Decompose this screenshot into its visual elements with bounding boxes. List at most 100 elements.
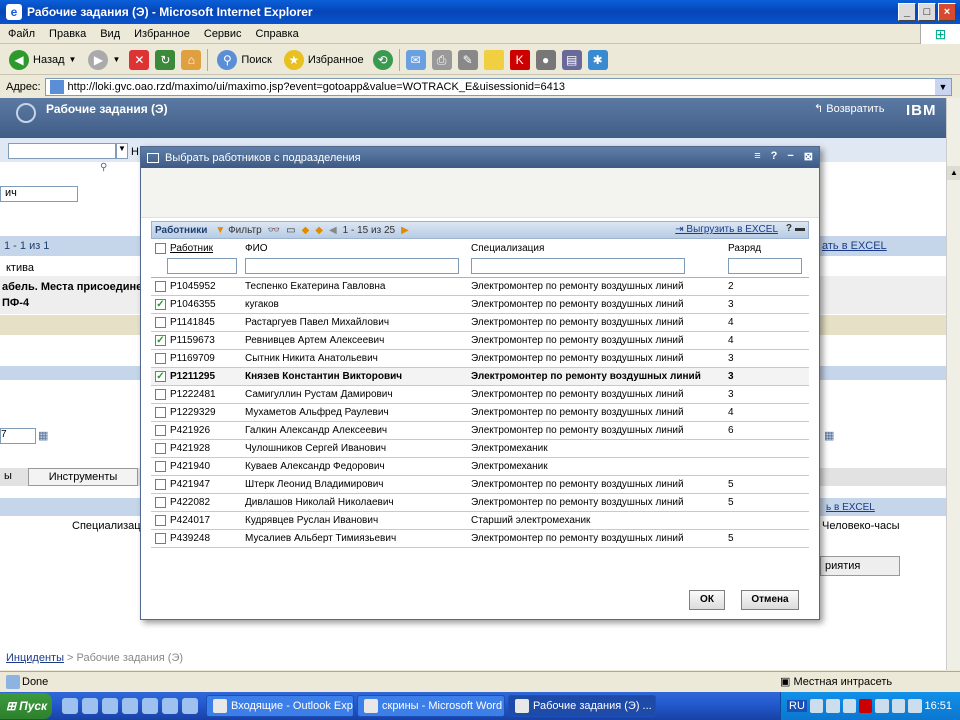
bg-export-link2[interactable]: ь в EXCEL (826, 502, 875, 513)
ie-icon[interactable] (122, 698, 138, 714)
first-page-icon[interactable]: ◆ (315, 225, 323, 236)
table-row[interactable]: P422082 Дивлашов Николай Николаевич Электр… (151, 493, 809, 512)
export-excel-link[interactable]: ⇥ Выгрузить в EXCEL (675, 224, 778, 235)
table-row[interactable]: P424017 Кудрявцев Руслан Иванович Старший … (151, 511, 809, 530)
filter-fio-input[interactable] (245, 258, 459, 274)
binoculars-icon[interactable]: 👓 (268, 225, 280, 236)
breadcrumb-link[interactable]: Инциденты (6, 652, 64, 664)
table-row[interactable]: P421928 Чулошников Сергей Иванович Электро… (151, 439, 809, 458)
table-help-icon[interactable]: ? (786, 223, 792, 234)
cancel-button[interactable]: Отмена (741, 590, 799, 610)
tab-tools[interactable]: Инструменты (28, 468, 138, 486)
col-header-spec[interactable]: Специализация (467, 239, 724, 257)
kaspersky-icon[interactable]: K (509, 49, 530, 70)
search-icon[interactable]: ⚲ (100, 162, 107, 173)
address-input[interactable]: http://loki.gvc.oao.rzd/maximo/ui/maximo… (44, 78, 952, 96)
table-row[interactable]: P439248 Мусалиев Альберт Тимиязьевич Элект… (151, 529, 809, 548)
bg-name-field[interactable]: ич (0, 186, 78, 202)
tray-icon[interactable] (875, 699, 889, 713)
note-icon[interactable] (483, 49, 504, 70)
tray-icon[interactable] (809, 699, 824, 713)
chevron-down-icon[interactable]: ▼ (935, 79, 951, 95)
prev-arrow-icon[interactable]: ◀ (329, 225, 337, 236)
history-icon[interactable]: ⟲ (372, 49, 393, 70)
row-checkbox[interactable] (155, 317, 166, 328)
table-row[interactable]: P421947 Штерк Леонид Владимирович Электром… (151, 475, 809, 494)
table-row[interactable]: P1141845 Растаргуев Павел Михайлович Элект… (151, 313, 809, 332)
quicklaunch-icon[interactable] (102, 698, 118, 714)
menu-edit[interactable]: Правка (49, 28, 86, 40)
scroll-up-icon[interactable]: ▲ (947, 166, 960, 180)
forward-button[interactable]: ▶ ▼ (85, 48, 123, 72)
bg-action-button[interactable]: риятия (820, 556, 900, 576)
query-select[interactable] (8, 143, 116, 159)
row-checkbox[interactable]: ✓ (155, 371, 166, 382)
table-row[interactable]: P1222481 Самигуллин Рустам Дамирович Элект… (151, 385, 809, 404)
back-button[interactable]: ◀ Назад ▼ (6, 48, 79, 72)
search-button[interactable]: ⚲ Поиск (214, 48, 274, 72)
calendar-icon[interactable]: ▦ (38, 429, 48, 442)
return-link[interactable]: ↰ Возвратить (814, 102, 884, 115)
table-row[interactable]: P1045952 Теспенко Екатерина Гавловна Элект… (151, 277, 809, 296)
next-arrow-icon[interactable]: ▶ (401, 225, 409, 236)
row-checkbox[interactable] (155, 407, 166, 418)
tray-icon[interactable] (891, 699, 906, 713)
table-row[interactable]: ✓ P1046355 кугаков Электромонтер по ремонту… (151, 295, 809, 314)
menu-file[interactable]: Файл (8, 28, 35, 40)
page-scrollbar[interactable]: ▲ (946, 98, 960, 670)
kaspersky-icon[interactable] (859, 699, 873, 713)
stop-icon[interactable]: ✕ (129, 49, 150, 70)
filter-worker-input[interactable] (167, 258, 237, 274)
research-icon[interactable]: ▤ (561, 49, 582, 70)
calendar-icon[interactable]: ▦ (824, 429, 834, 442)
row-checkbox[interactable] (155, 515, 166, 526)
tray-icon[interactable] (842, 699, 857, 713)
quicklaunch-icon[interactable] (142, 698, 158, 714)
messenger-icon[interactable]: ● (535, 49, 556, 70)
maximize-button[interactable]: □ (918, 3, 936, 21)
col-header-grade[interactable]: Разряд (724, 239, 809, 257)
dialog-menu-icon[interactable]: ≡ (754, 150, 760, 163)
edit-icon[interactable]: ✎ (457, 49, 478, 70)
quicklaunch-icon[interactable] (182, 698, 198, 714)
menu-view[interactable]: Вид (100, 28, 120, 40)
tray-icon[interactable] (826, 699, 840, 713)
language-indicator[interactable]: RU (787, 700, 807, 712)
row-checkbox[interactable] (155, 479, 166, 490)
table-row[interactable]: P1229329 Мухаметов Альфред Раулевич Электр… (151, 403, 809, 422)
chevron-down-icon[interactable]: ▼ (112, 55, 120, 64)
table-row[interactable]: P421940 Куваев Александр Федорович Электро… (151, 457, 809, 476)
help-icon[interactable]: ? (771, 150, 778, 163)
minimize-button[interactable]: _ (898, 3, 916, 21)
menu-help[interactable]: Справка (256, 28, 299, 40)
row-checkbox[interactable] (155, 461, 166, 472)
table-row[interactable]: P1169709 Сытник Никита Анатольевич Электро… (151, 349, 809, 368)
close-window-button[interactable]: × (938, 3, 956, 21)
row-checkbox[interactable] (155, 353, 166, 364)
task-word[interactable]: скрины - Microsoft Word (357, 695, 505, 717)
chevron-down-icon[interactable]: ▼ (116, 143, 128, 159)
prev-page-icon[interactable]: ◆ (302, 225, 310, 236)
task-ie[interactable]: Рабочие задания (Э) ... (508, 695, 656, 717)
row-checkbox[interactable] (155, 497, 166, 508)
menu-favorites[interactable]: Избранное (134, 28, 190, 40)
table-row[interactable]: P421926 Галкин Александр Алексеевич Электр… (151, 421, 809, 440)
row-checkbox[interactable] (155, 389, 166, 400)
tray-icon[interactable] (908, 699, 922, 713)
bg-export-link[interactable]: ать в EXCEL (822, 240, 887, 252)
bg-date-field[interactable]: 7 (0, 428, 36, 444)
menu-tools[interactable]: Сервис (204, 28, 242, 40)
select-all-checkbox[interactable] (155, 242, 166, 254)
quicklaunch-icon[interactable] (62, 698, 78, 714)
row-checkbox[interactable]: ✓ (155, 299, 166, 310)
filter-grade-input[interactable] (728, 258, 802, 274)
table-row[interactable]: ✓ P1211295 Князев Константин Викторович Эле… (151, 367, 809, 386)
start-button[interactable]: ⊞ Пуск (0, 693, 52, 719)
table-row[interactable]: ✓ P1159673 Ревнивцев Артем Алексеевич Элект… (151, 331, 809, 350)
favorites-button[interactable]: ★ Избранное (281, 48, 367, 72)
close-icon[interactable]: ⊠ (804, 150, 813, 163)
row-checkbox[interactable] (155, 281, 166, 292)
translate-icon[interactable]: ✱ (587, 49, 608, 70)
bg-tab[interactable]: ы (4, 470, 12, 482)
mail-icon[interactable]: ✉ (405, 49, 426, 70)
